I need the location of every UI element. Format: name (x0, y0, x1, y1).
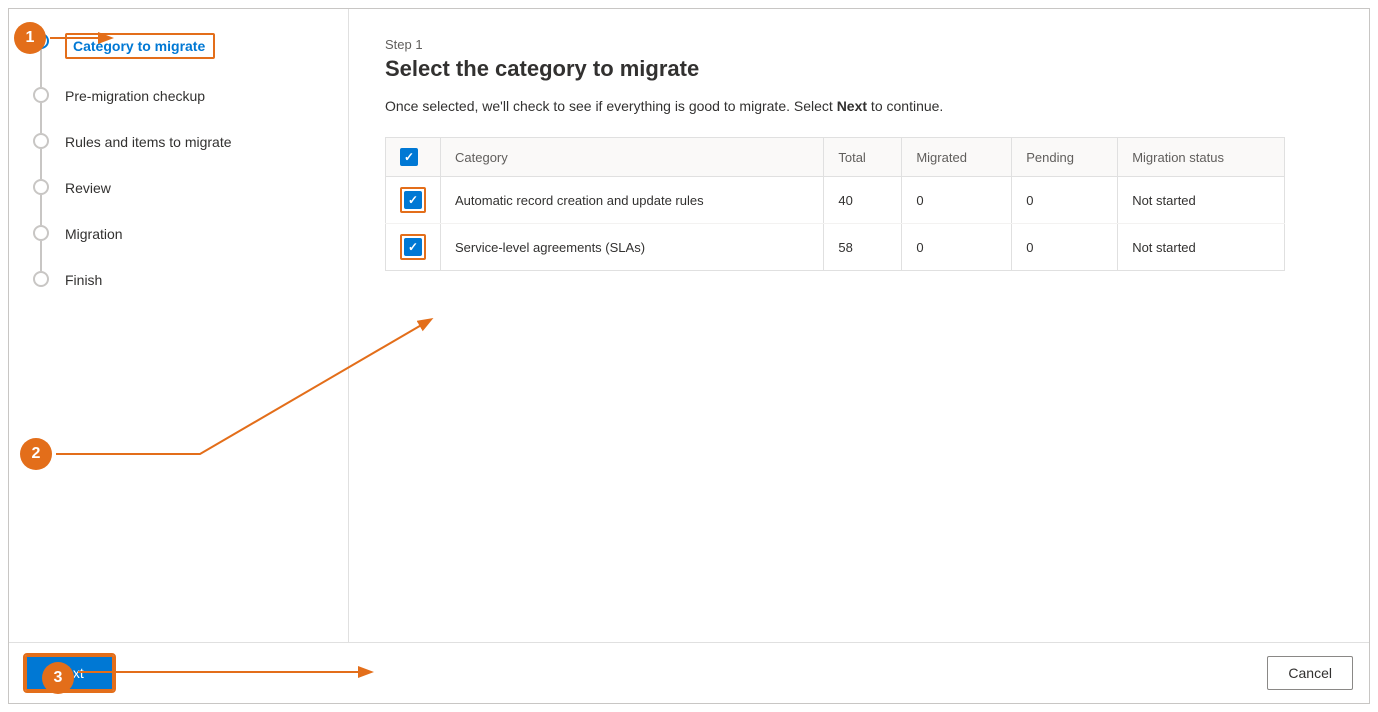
row2-status: Not started (1118, 224, 1285, 271)
description-text-1: Once selected, we'll check to see if eve… (385, 98, 837, 114)
step-left-6 (29, 271, 53, 289)
description-text-2: to continue. (867, 98, 943, 114)
stepper: Category to migrate Pre-migration (29, 33, 328, 289)
step-circle-6 (33, 271, 49, 287)
row2-migrated: 0 (902, 224, 1012, 271)
step-label-6: Finish (65, 271, 102, 289)
step-right-2: Pre-migration checkup (53, 87, 205, 133)
annotation-badge-3: 3 (42, 662, 74, 694)
step-right-6: Finish (53, 271, 102, 289)
body: Category to migrate Pre-migration (9, 9, 1369, 642)
row2-category: Service-level agreements (SLAs) (441, 224, 824, 271)
header-checkbox-cell: ✓ (386, 138, 441, 177)
table-row: ✓ Automatic record creation and update r… (386, 177, 1285, 224)
check-icon: ✓ (404, 151, 414, 163)
step-left-2 (29, 87, 53, 133)
annotation-badge-2: 2 (20, 438, 52, 470)
row1-migrated: 0 (902, 177, 1012, 224)
step-item-category: Category to migrate (29, 33, 328, 87)
step-label-3: Rules and items to migrate (65, 133, 232, 151)
step-number: Step 1 (385, 37, 1333, 52)
step-right-4: Review (53, 179, 111, 225)
step-item-finish: Finish (29, 271, 328, 289)
annotation-badge-1: 1 (14, 22, 46, 54)
check-icon: ✓ (408, 194, 418, 206)
step-circle-3 (33, 133, 49, 149)
step-right-1: Category to migrate (53, 33, 215, 87)
step-circle-5 (33, 225, 49, 241)
step-label-2: Pre-migration checkup (65, 87, 205, 105)
step-line-3 (40, 149, 42, 179)
cancel-button[interactable]: Cancel (1267, 656, 1353, 690)
row1-total: 40 (824, 177, 902, 224)
step-line-4 (40, 195, 42, 225)
step-line-2 (40, 103, 42, 133)
step-right-3: Rules and items to migrate (53, 133, 232, 179)
row2-total: 58 (824, 224, 902, 271)
step-label-1: Category to migrate (73, 37, 205, 55)
description-bold: Next (837, 98, 867, 114)
main-frame: Category to migrate Pre-migration (8, 8, 1370, 704)
table-row: ✓ Service-level agreements (SLAs) 58 0 0… (386, 224, 1285, 271)
row1-checkbox[interactable]: ✓ (404, 191, 422, 209)
app-layout: Category to migrate Pre-migration (0, 0, 1378, 712)
header-total: Total (824, 138, 902, 177)
step-item-migration: Migration (29, 225, 328, 271)
row-checkboxes-highlight: ✓ (400, 187, 426, 213)
header-category: Category (441, 138, 824, 177)
footer: Next Cancel (9, 642, 1369, 703)
row1-category: Automatic record creation and update rul… (441, 177, 824, 224)
main-content: Step 1 Select the category to migrate On… (349, 9, 1369, 642)
select-all-checkbox[interactable]: ✓ (400, 148, 418, 166)
step-left-5 (29, 225, 53, 271)
step-label-5: Migration (65, 225, 123, 243)
step-description: Once selected, we'll check to see if eve… (385, 96, 1333, 117)
step-item-rules: Rules and items to migrate (29, 133, 328, 179)
row2-checkboxes-highlight: ✓ (400, 234, 426, 260)
step-item-premigration: Pre-migration checkup (29, 87, 328, 133)
row1-status: Not started (1118, 177, 1285, 224)
step-label-4: Review (65, 179, 111, 197)
row2-checkbox[interactable]: ✓ (404, 238, 422, 256)
check-icon: ✓ (408, 241, 418, 253)
migration-table: ✓ Category Total Migrated Pending Migrat… (385, 137, 1285, 271)
step-right-5: Migration (53, 225, 123, 271)
step1-highlight-box: Category to migrate (65, 33, 215, 59)
header-migrated: Migrated (902, 138, 1012, 177)
header-migration-status: Migration status (1118, 138, 1285, 177)
step-left-4 (29, 179, 53, 225)
table-header-row: ✓ Category Total Migrated Pending Migrat… (386, 138, 1285, 177)
step-circle-4 (33, 179, 49, 195)
header-pending: Pending (1012, 138, 1118, 177)
page-title: Select the category to migrate (385, 56, 1333, 82)
sidebar: Category to migrate Pre-migration (9, 9, 349, 642)
row1-pending: 0 (1012, 177, 1118, 224)
step-left-3 (29, 133, 53, 179)
row2-pending: 0 (1012, 224, 1118, 271)
step-circle-2 (33, 87, 49, 103)
step-line-5 (40, 241, 42, 271)
row1-checkbox-cell: ✓ (386, 177, 441, 224)
step-item-review: Review (29, 179, 328, 225)
step-line-1 (40, 49, 42, 87)
page-wrapper: 1 2 3 (0, 0, 1378, 712)
row2-checkbox-cell: ✓ (386, 224, 441, 271)
